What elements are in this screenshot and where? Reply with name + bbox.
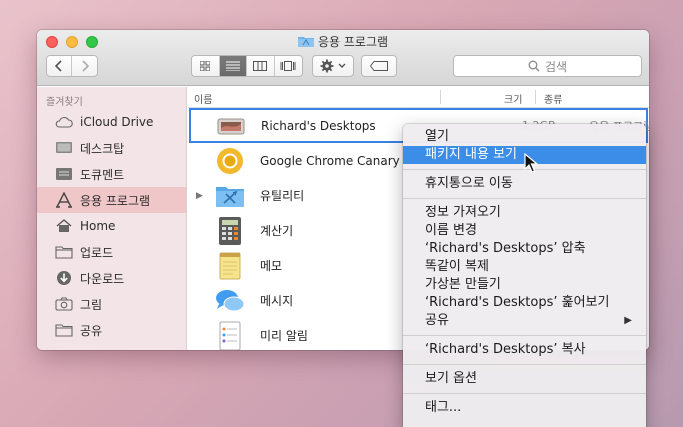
search-icon — [528, 60, 540, 72]
forward-button[interactable] — [72, 56, 97, 76]
tag-icon — [370, 61, 388, 71]
submenu-arrow-icon: ▶ — [624, 315, 632, 326]
menu-item-view-options[interactable]: 보기 옵션 — [403, 370, 646, 388]
calculator-icon — [219, 216, 241, 245]
sidebar-item-downloads[interactable]: 다운로드 — [37, 265, 186, 291]
menu-item-copy[interactable]: ‘Richard's Desktops’ 복사 — [403, 341, 646, 359]
cover-flow-button[interactable] — [275, 56, 302, 76]
sidebar-item-documents[interactable]: 도큐멘트 — [37, 161, 186, 187]
sidebar-item-icloud-drive[interactable]: iCloud Drive — [37, 109, 186, 135]
column-kind[interactable]: 종류 — [544, 91, 562, 106]
menu-item-tags[interactable]: 태그... — [403, 399, 646, 417]
home-icon — [54, 218, 74, 234]
menu-item-move-to-trash[interactable]: 휴지통으로 이동 — [403, 175, 646, 193]
nav-back-forward — [46, 55, 98, 77]
back-button[interactable] — [47, 56, 73, 76]
action-menu-button[interactable] — [312, 55, 354, 77]
menu-item-make-alias[interactable]: 가상본 만들기 — [403, 276, 646, 294]
folder-icon — [54, 322, 74, 338]
column-name[interactable]: 이름 — [194, 91, 212, 106]
menu-separator — [403, 335, 646, 336]
sidebar-item-pictures[interactable]: 그림 — [37, 291, 186, 317]
disclosure-triangle-icon[interactable]: ▶ — [196, 191, 203, 201]
menu-item-share-label: 공유 — [425, 313, 449, 328]
chevron-left-icon — [55, 60, 62, 72]
menu-item-compress[interactable]: ‘Richard's Desktops’ 압축 — [403, 240, 646, 258]
document-icon — [54, 166, 74, 182]
columns-icon — [253, 61, 268, 71]
sidebar-item-desktop[interactable]: 데스크탑 — [37, 135, 186, 161]
messages-icon — [216, 289, 245, 311]
applications-icon — [54, 192, 74, 208]
menu-item-get-info[interactable]: 정보 가져오기 — [403, 204, 646, 222]
mouse-pointer-icon — [524, 153, 538, 173]
sidebar-item-uploads[interactable]: 업로드 — [37, 239, 186, 265]
menu-item-open[interactable]: 열기 — [403, 128, 646, 146]
menu-item-share[interactable]: 공유 ▶ — [403, 312, 646, 330]
utilities-folder-icon — [216, 186, 244, 207]
chevron-right-icon — [81, 60, 89, 72]
view-mode-selector — [191, 55, 303, 77]
notes-icon — [219, 252, 241, 279]
sidebar: 즐겨찾기 iCloud Drive 데스크탑 도큐멘트 응용 프로그램 Home… — [37, 87, 187, 350]
menu-separator — [403, 198, 646, 199]
download-icon — [54, 270, 74, 286]
sidebar-item-home[interactable]: Home — [37, 213, 186, 239]
applications-folder-icon — [297, 37, 314, 47]
reminders-icon — [219, 321, 241, 350]
icon-view-button[interactable] — [192, 56, 220, 76]
column-header: 이름 크기 종류 — [188, 87, 649, 108]
menu-separator — [403, 364, 646, 365]
chevron-down-icon — [338, 63, 346, 68]
menu-item-quick-look[interactable]: ‘Richard's Desktops’ 훑어보기 — [403, 294, 646, 312]
sidebar-header: 즐겨찾기 — [46, 97, 83, 108]
tag-button[interactable] — [361, 55, 397, 77]
sidebar-item-shared[interactable]: 공유 — [37, 317, 186, 343]
cloud-icon — [54, 114, 74, 130]
desktop-icon — [54, 140, 74, 156]
menu-item-rename[interactable]: 이름 변경 — [403, 222, 646, 240]
richards-desktops-app-icon — [217, 118, 245, 134]
list-view-button[interactable] — [219, 56, 247, 76]
column-size[interactable]: 크기 — [504, 91, 522, 106]
titlebar: 응용 프로그램 검색 — [37, 30, 649, 86]
cover-flow-icon — [280, 61, 296, 71]
menu-item-duplicate[interactable]: 똑같이 복제 — [403, 258, 646, 276]
sidebar-item-applications[interactable]: 응용 프로그램 — [37, 187, 186, 213]
column-view-button[interactable] — [247, 56, 275, 76]
folder-icon — [54, 244, 74, 260]
list-icon — [225, 61, 240, 71]
gear-icon — [320, 59, 334, 73]
search-field[interactable]: 검색 — [453, 55, 642, 77]
camera-icon — [54, 296, 74, 312]
grid-icon — [200, 61, 211, 71]
menu-separator — [403, 393, 646, 394]
chrome-canary-icon — [217, 147, 243, 174]
window-title: 응용 프로그램 — [37, 34, 649, 50]
